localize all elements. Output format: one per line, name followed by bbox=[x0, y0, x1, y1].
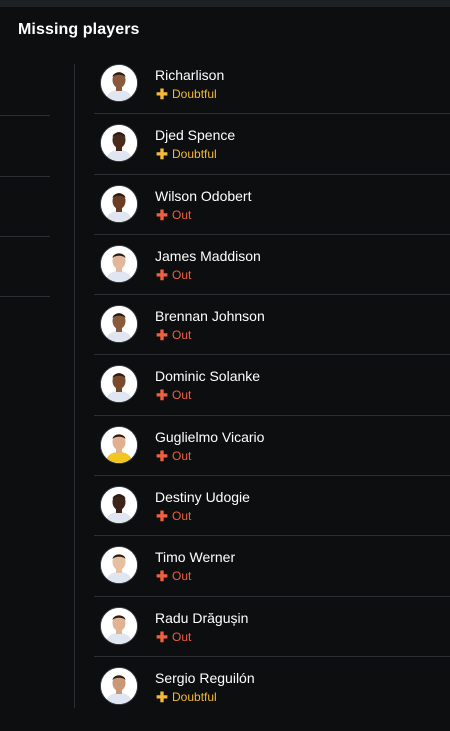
injury-cross-icon: ✚ bbox=[156, 266, 168, 283]
player-status: ✚ Out bbox=[155, 388, 191, 402]
player-row[interactable]: Dominic Solanke ✚ Out bbox=[94, 355, 450, 416]
player-status: ✚ Out bbox=[155, 569, 191, 583]
status-label: Doubtful bbox=[172, 87, 217, 101]
player-name[interactable]: Wilson Odobert bbox=[155, 188, 251, 204]
injury-cross-icon: ✚ bbox=[156, 86, 168, 102]
column-divider bbox=[74, 64, 75, 708]
player-row[interactable]: Destiny Udogie ✚ Out bbox=[94, 476, 450, 537]
player-status: ✚ Doubtful bbox=[155, 690, 217, 704]
player-avatar[interactable] bbox=[100, 124, 138, 163]
player-avatar[interactable] bbox=[100, 606, 138, 645]
left-column-divider bbox=[0, 176, 50, 177]
player-row[interactable]: James Maddison ✚ Out bbox=[94, 235, 450, 296]
player-status: ✚ Out bbox=[155, 630, 191, 644]
player-status: ✚ Out bbox=[155, 449, 191, 463]
player-status: ✚ Out bbox=[155, 208, 191, 222]
player-row[interactable]: Sergio Reguilón ✚ Doubtful bbox=[94, 657, 450, 717]
player-name[interactable]: Destiny Udogie bbox=[155, 489, 250, 505]
section-title: Missing players bbox=[18, 21, 140, 38]
player-avatar[interactable] bbox=[100, 486, 138, 525]
player-name[interactable]: Richarlison bbox=[155, 67, 224, 83]
player-status: ✚ Out bbox=[155, 509, 191, 523]
left-column-divider bbox=[0, 296, 50, 297]
player-name[interactable]: Sergio Reguilón bbox=[155, 670, 255, 686]
player-status: ✚ Out bbox=[155, 268, 191, 282]
player-avatar[interactable] bbox=[100, 244, 138, 283]
injury-cross-icon: ✚ bbox=[156, 508, 168, 525]
player-avatar[interactable] bbox=[100, 666, 138, 705]
left-column-divider bbox=[0, 115, 50, 116]
player-avatar[interactable] bbox=[100, 64, 138, 102]
injury-cross-icon: ✚ bbox=[156, 146, 168, 163]
player-row[interactable]: Richarlison ✚ Doubtful bbox=[94, 54, 450, 115]
player-name[interactable]: Timo Werner bbox=[155, 549, 235, 565]
status-label: Out bbox=[172, 509, 192, 524]
player-row[interactable]: Djed Spence ✚ Doubtful bbox=[94, 114, 450, 175]
player-row[interactable]: Wilson Odobert ✚ Out bbox=[94, 175, 450, 235]
player-avatar[interactable] bbox=[100, 546, 138, 585]
player-name[interactable]: Guglielmo Vicario bbox=[155, 429, 264, 445]
missing-players-list: Richarlison ✚ Doubtful Djed Spence ✚ Doubtful… bbox=[94, 54, 450, 717]
injury-cross-icon: ✚ bbox=[156, 628, 168, 645]
status-label: Out bbox=[172, 328, 192, 343]
status-label: Out bbox=[172, 629, 192, 644]
status-label: Out bbox=[172, 207, 192, 222]
status-label: Out bbox=[172, 569, 192, 584]
player-name[interactable]: Brennan Johnson bbox=[155, 308, 265, 324]
player-row[interactable]: Guglielmo Vicario ✚ Out bbox=[94, 416, 450, 477]
player-name[interactable]: James Maddison bbox=[155, 248, 261, 264]
player-status: ✚ Doubtful bbox=[155, 147, 217, 161]
player-avatar[interactable] bbox=[100, 425, 138, 464]
status-label: Out bbox=[172, 448, 192, 463]
left-column-divider bbox=[0, 236, 50, 237]
player-row[interactable]: Brennan Johnson ✚ Out bbox=[94, 295, 450, 356]
player-name[interactable]: Radu Drăgușin bbox=[155, 610, 248, 626]
injury-cross-icon: ✚ bbox=[156, 447, 168, 464]
player-avatar[interactable] bbox=[100, 184, 138, 223]
player-avatar[interactable] bbox=[100, 305, 138, 344]
status-label: Doubtful bbox=[172, 689, 217, 704]
status-label: Doubtful bbox=[172, 147, 217, 162]
status-label: Out bbox=[172, 388, 192, 403]
injury-cross-icon: ✚ bbox=[156, 688, 168, 705]
player-status: ✚ Doubtful bbox=[155, 87, 217, 101]
injury-cross-icon: ✚ bbox=[156, 387, 168, 404]
status-label: Out bbox=[172, 267, 192, 282]
player-row[interactable]: Radu Drăgușin ✚ Out bbox=[94, 597, 450, 657]
player-name[interactable]: Dominic Solanke bbox=[155, 368, 260, 384]
injury-cross-icon: ✚ bbox=[156, 327, 168, 344]
top-bar bbox=[0, 0, 450, 7]
injury-cross-icon: ✚ bbox=[156, 568, 168, 585]
injury-cross-icon: ✚ bbox=[156, 206, 168, 223]
player-avatar[interactable] bbox=[100, 365, 138, 404]
player-name[interactable]: Djed Spence bbox=[155, 127, 235, 143]
player-status: ✚ Out bbox=[155, 328, 191, 342]
player-row[interactable]: Timo Werner ✚ Out bbox=[94, 536, 450, 597]
